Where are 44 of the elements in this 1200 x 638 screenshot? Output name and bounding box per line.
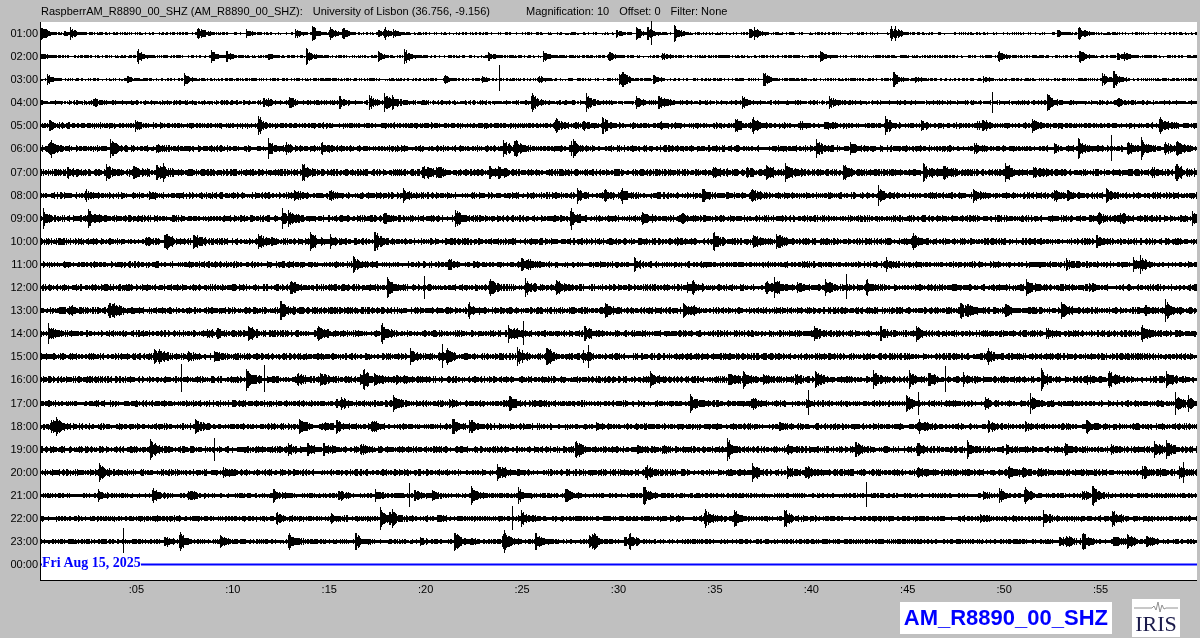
date-label: Fri Aug 15, 2025 [42,555,141,572]
time-tick-label: :15 [321,583,337,596]
hour-label: 15:00 [9,349,39,365]
hour-label: 14:00 [9,326,39,342]
hour-label: 11:00 [10,256,39,272]
hour-label: 06:00 [9,141,39,157]
magnification-text: Magnification: 10 [526,4,610,17]
hour-label: 02:00 [9,49,39,65]
time-tick-label: :55 [1092,583,1109,596]
filter-text: Filter: None [670,4,728,17]
time-tick-label: :25 [514,583,530,596]
hour-label: 05:00 [9,118,39,134]
time-tick-label: :10 [225,583,241,596]
hour-label: 16:00 [9,372,39,388]
time-tick-label: :45 [900,583,916,596]
hour-label: 09:00 [9,210,39,226]
hour-label: 21:00 [9,487,39,503]
hour-label: 07:00 [9,164,39,180]
hour-label: 22:00 [9,510,39,526]
hour-label: 18:00 [9,418,39,434]
hour-label: 10:00 [9,233,39,249]
offset-text: Offset: 0 [619,4,661,17]
hour-label: 08:00 [9,187,39,203]
hour-label: 04:00 [9,95,39,111]
hour-label: 03:00 [9,72,39,88]
time-tick-label: :40 [803,583,819,596]
hour-label: 17:00 [9,395,39,411]
hour-label: 01:00 [9,26,39,41]
hour-label: 23:00 [9,534,39,550]
time-tick-label: :35 [707,583,723,596]
hour-label: 00:00 [9,557,39,573]
time-tick-label: :50 [996,583,1012,596]
logo-text: IRIS [1135,612,1177,637]
station-title: RaspberrAM_R8890_00_SHZ (AM_R8890_00_SHZ): [41,4,303,17]
time-tick-label: :30 [610,583,627,596]
seismogram-icon [1134,602,1178,613]
time-tick-label: :20 [418,583,434,596]
hour-label: 13:00 [9,303,39,319]
hour-label: 12:00 [9,280,39,296]
hour-label: 20:00 [9,464,39,480]
time-tick-label: :05 [128,583,145,596]
station-name-badge: AM_R8890_00_SHZ [899,602,1112,635]
location-text: University of Lisbon (36.756, -9.156) [312,4,490,17]
hour-label: 19:00 [9,441,39,457]
